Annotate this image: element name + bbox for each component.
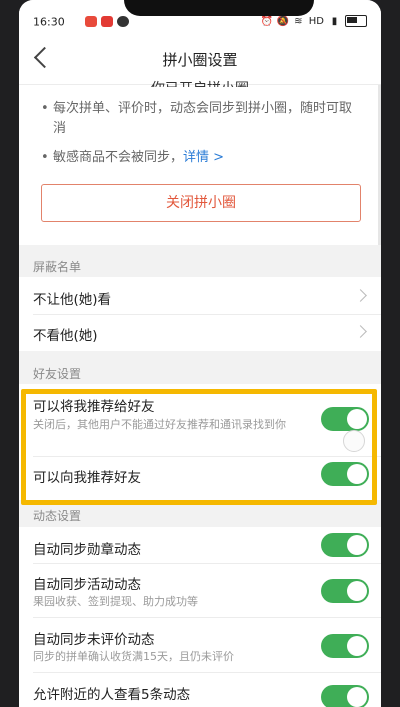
divider <box>33 563 381 564</box>
weibo-icon <box>85 16 97 27</box>
video-icon <box>117 16 129 27</box>
blocklist-group: 不让他(她)看 不看他(她) <box>19 277 381 351</box>
page-title: 拼小圈设置 <box>162 51 238 69</box>
intro-title: 你已开启拼小圈 <box>19 75 381 87</box>
sync-unreviewed-toggle[interactable] <box>321 634 369 658</box>
section-dynamics-title: 动态设置 <box>33 509 82 523</box>
nearby-view-toggle[interactable] <box>321 685 369 707</box>
intro-card: 你已开启拼小圈 • 每次拼单、评价时，动态会同步到拼小圈，随时可取消 • 敏感商… <box>19 81 381 245</box>
wifi-icon: ≋ <box>294 15 303 27</box>
dynamics-group: 自动同步勋章动态 自动同步活动动态 果园收获、签到提现、助力成功等 自动同步未评… <box>19 527 381 707</box>
sync-unreviewed-desc: 同步的拼单确认收货满15天，且仍未评价 <box>33 650 234 663</box>
camera-notch <box>124 0 314 16</box>
intro-bullet-sensitive: • 敏感商品不会被同步，详情 > <box>41 150 225 165</box>
toggle-knob <box>347 535 367 555</box>
row-not-see-label: 不看他(她) <box>33 328 98 344</box>
battery-icon <box>345 15 367 27</box>
chevron-right-icon <box>354 325 367 338</box>
sync-unreviewed-title: 自动同步未评价动态 <box>33 632 155 648</box>
row-not-see[interactable]: 不看他(她) <box>19 314 381 351</box>
section-blocklist-title: 屏蔽名单 <box>33 260 82 274</box>
close-circle-button[interactable]: 关闭拼小圈 <box>41 184 361 222</box>
sync-activity-title: 自动同步活动动态 <box>33 577 141 593</box>
mute-icon: 🔕 <box>276 15 290 27</box>
sync-medal-title: 自动同步勋章动态 <box>33 542 141 558</box>
nearby-view-title: 允许附近的人查看5条动态 <box>33 687 191 703</box>
section-friends-title: 好友设置 <box>33 367 82 381</box>
scrollbar[interactable] <box>378 85 381 245</box>
sync-activity-toggle[interactable] <box>321 579 369 603</box>
divider <box>33 672 381 673</box>
toggle-knob <box>347 581 367 601</box>
network-label: HD <box>308 15 324 27</box>
status-time: 16:30 <box>33 15 65 29</box>
row-hide-from-label: 不让他(她)看 <box>33 292 112 308</box>
intro-bullet-sync: • 每次拼单、评价时，动态会同步到拼小圈，随时可取消 <box>41 101 353 136</box>
highlight-frame <box>21 389 377 505</box>
sync-medal-toggle[interactable] <box>321 533 369 557</box>
app-badge-icon <box>101 16 113 27</box>
sync-activity-desc: 果园收获、签到提现、助力成功等 <box>33 595 198 608</box>
row-hide-from[interactable]: 不让他(她)看 <box>19 277 381 314</box>
details-link[interactable]: 详情 > <box>183 150 224 165</box>
intro-bullet-text: 敏感商品不会被同步， <box>53 150 184 165</box>
chevron-right-icon <box>354 289 367 302</box>
divider <box>33 617 381 618</box>
phone-screen: 16:30 ⏰ 🔕 ≋ HD ▮ 拼小圈设置 你已开启拼小圈 • 每次拼单、评价… <box>19 0 381 707</box>
toggle-knob <box>347 687 367 707</box>
signal-icon: ▮ <box>331 15 338 27</box>
toggle-knob <box>347 636 367 656</box>
alarm-icon: ⏰ <box>260 15 274 27</box>
